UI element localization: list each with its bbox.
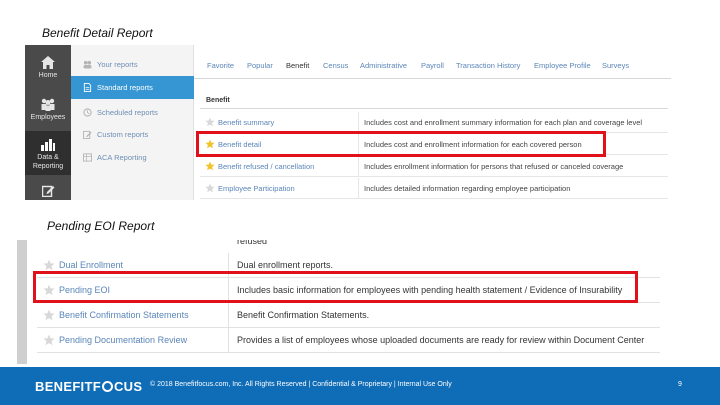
- tab-census[interactable]: Census: [323, 61, 348, 70]
- report-category-tabs: Favorite Popular Benefit Census Administ…: [194, 57, 671, 79]
- logo-o-circle: [101, 381, 113, 392]
- pencil-icon: [83, 130, 92, 139]
- submenu-item-label: ACA Reporting: [97, 153, 147, 162]
- report-link[interactable]: Benefit refused / cancellation: [218, 162, 314, 171]
- clock-icon: [83, 108, 92, 117]
- report-description: Provides a list of employees whose uploa…: [237, 335, 645, 345]
- tab-benefit[interactable]: Benefit: [282, 61, 313, 77]
- table-row[interactable]: Pending Documentation Review Provides a …: [37, 328, 660, 353]
- scroll-edge: [17, 240, 27, 364]
- report-link[interactable]: Pending Documentation Review: [59, 335, 187, 345]
- users-icon: [83, 60, 92, 69]
- section-heading-benefit: Benefit: [206, 97, 230, 104]
- copyright-text: © 2018 Benefitfocus.com, Inc. All Rights…: [150, 381, 452, 388]
- star-icon[interactable]: [43, 334, 55, 346]
- report-link[interactable]: Dual Enrollment: [59, 260, 123, 270]
- column-divider: [358, 156, 359, 177]
- sidebar-item-label: Home: [38, 72, 58, 79]
- star-icon[interactable]: [205, 161, 215, 171]
- cropped-text: refused: [237, 240, 268, 246]
- footer-bar: BENEFITF CUS © 2018 Benefitfocus.com, Inc…: [0, 367, 720, 405]
- tab-surveys[interactable]: Surveys: [602, 61, 629, 70]
- star-icon[interactable]: [43, 259, 55, 271]
- document-icon: [83, 83, 92, 92]
- sidebar-item-employees[interactable]: Employees: [25, 91, 71, 133]
- report-description: Dual enrollment reports.: [237, 260, 334, 270]
- submenu-item-scheduled-reports[interactable]: Scheduled reports: [71, 101, 194, 124]
- submenu-item-label: Scheduled reports: [97, 108, 158, 117]
- tab-popular[interactable]: Popular: [247, 61, 273, 70]
- table-row[interactable]: Benefit Confirmation Statements Benefit …: [37, 303, 660, 328]
- sidebar-item-label: Employees: [30, 114, 66, 121]
- logo-text-part2: CUS: [113, 379, 143, 394]
- tab-payroll[interactable]: Payroll: [421, 61, 444, 70]
- submenu-item-standard-reports[interactable]: Standard reports: [71, 76, 194, 99]
- submenu-item-label: Your reports: [97, 60, 138, 69]
- people-icon: [41, 98, 55, 111]
- submenu-item-your-reports[interactable]: Your reports: [71, 53, 194, 76]
- logo-text-part1: BENEFITF: [35, 379, 101, 394]
- app-sidebar: Home Employees Data & Reporting: [25, 45, 71, 200]
- highlight-box-benefit-detail: [196, 131, 606, 157]
- section-divider: [200, 108, 668, 109]
- column-divider: [228, 328, 229, 353]
- benefit-detail-report-title: Benefit Detail Report: [42, 26, 153, 40]
- sidebar-item-edit[interactable]: [25, 177, 71, 200]
- column-divider: [358, 178, 359, 199]
- submenu-item-label: Standard reports: [97, 83, 153, 92]
- tab-transaction-history[interactable]: Transaction History: [456, 61, 520, 70]
- table-row[interactable]: Benefit refused / cancellation Includes …: [200, 156, 668, 177]
- reports-main-panel: Favorite Popular Benefit Census Administ…: [194, 45, 671, 200]
- tab-employee-profile[interactable]: Employee Profile: [534, 61, 591, 70]
- table-icon: [83, 153, 92, 162]
- report-link[interactable]: Employee Participation: [218, 184, 295, 193]
- report-description: Includes enrollment information for pers…: [364, 162, 624, 171]
- report-description: Includes detailed information regarding …: [364, 184, 571, 193]
- sidebar-item-label: Data & Reporting: [32, 154, 64, 170]
- table-row[interactable]: Benefit summary Includes cost and enroll…: [200, 112, 668, 133]
- column-divider: [358, 112, 359, 133]
- sidebar-item-data-reporting[interactable]: Data & Reporting: [25, 131, 71, 175]
- page-number: 9: [678, 381, 682, 388]
- tab-administrative[interactable]: Administrative: [360, 61, 407, 70]
- column-divider: [228, 303, 229, 328]
- benefit-reports-screenshot: Home Employees Data & Reporting Your rep…: [25, 45, 671, 200]
- submenu-item-custom-reports[interactable]: Custom reports: [71, 123, 194, 146]
- reports-submenu: Your reports Standard reports Scheduled …: [71, 45, 194, 200]
- highlight-box-pending-eoi: [33, 271, 638, 303]
- benefitfocus-logo: BENEFITF CUS: [35, 379, 142, 394]
- pending-eoi-report-title: Pending EOI Report: [47, 219, 155, 233]
- star-icon[interactable]: [205, 183, 215, 193]
- tab-favorite[interactable]: Favorite: [207, 61, 234, 70]
- report-link[interactable]: Benefit Confirmation Statements: [59, 310, 189, 320]
- bar-chart-icon: [41, 139, 55, 151]
- sidebar-item-home[interactable]: Home: [25, 49, 71, 91]
- table-row[interactable]: Employee Participation Includes detailed…: [200, 178, 668, 199]
- home-icon: [41, 56, 55, 69]
- report-link[interactable]: Benefit summary: [218, 118, 274, 127]
- star-icon[interactable]: [205, 117, 215, 127]
- report-description: Benefit Confirmation Statements.: [237, 310, 370, 320]
- report-description: Includes cost and enrollment summary inf…: [364, 118, 643, 127]
- submenu-item-aca-reporting[interactable]: ACA Reporting: [71, 146, 194, 169]
- submenu-item-label: Custom reports: [97, 130, 149, 139]
- star-icon[interactable]: [43, 309, 55, 321]
- edit-icon: [41, 185, 54, 197]
